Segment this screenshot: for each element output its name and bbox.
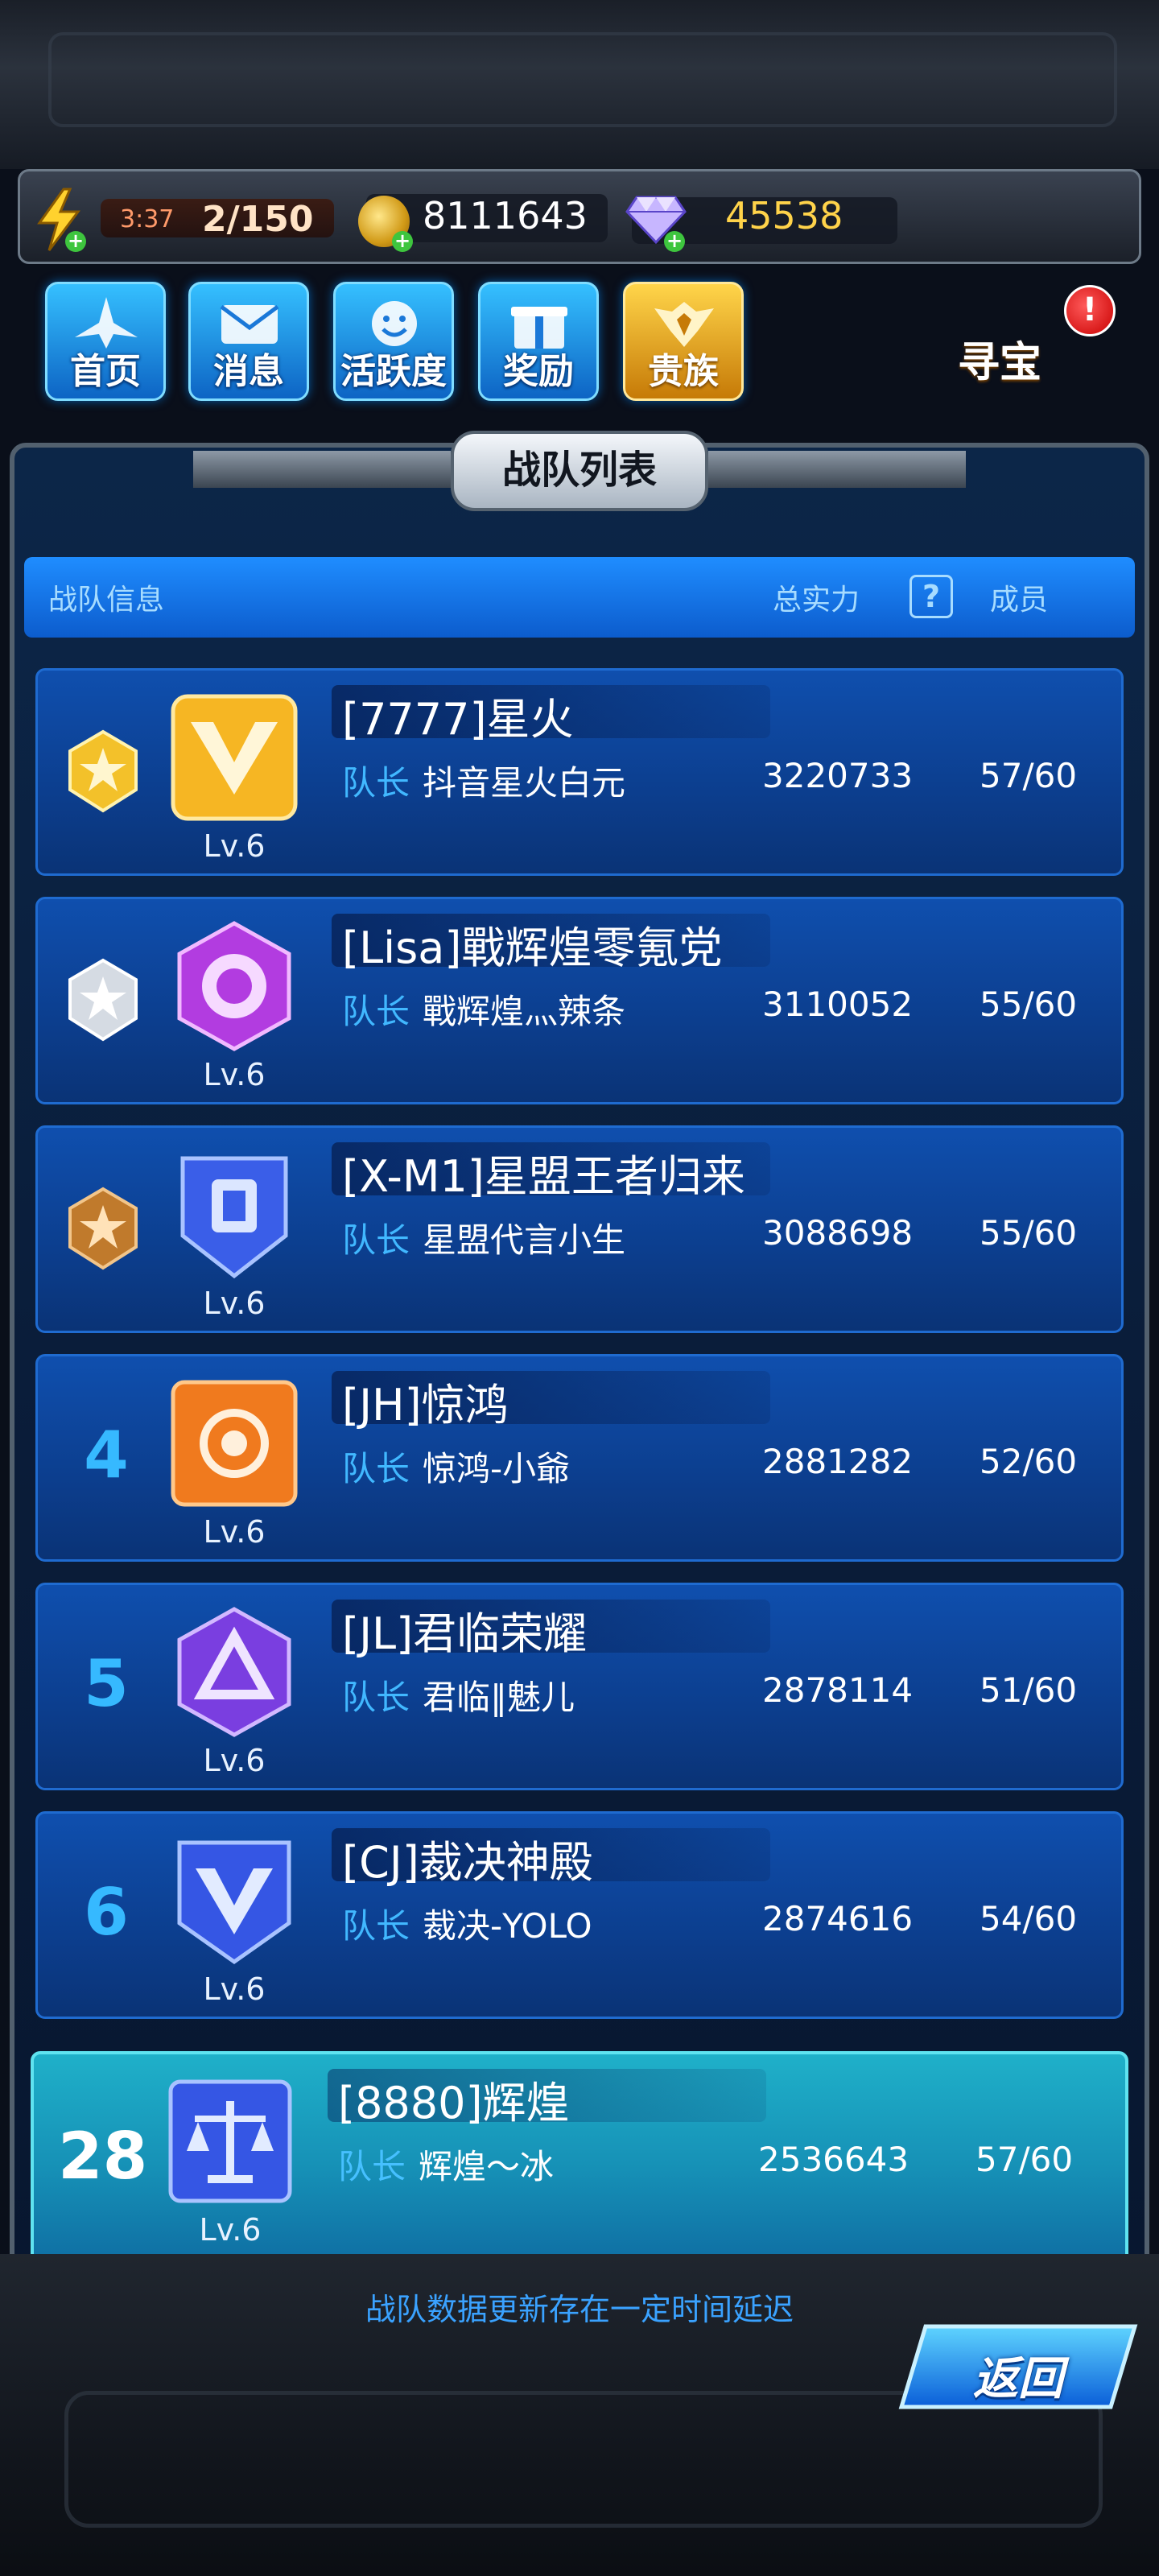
team-level: Lv.6 — [203, 1286, 266, 1321]
team-emblem-scales — [168, 2079, 292, 2203]
captain-name: 抖音星火白元 — [423, 763, 626, 803]
team-members: 51/60 — [980, 1670, 1078, 1710]
team-emblem-blue-v — [177, 1840, 291, 1965]
team-level: Lv.6 — [203, 1514, 266, 1550]
header-team-info: 战队信息 — [48, 584, 165, 617]
captain-label: 队长 — [342, 1449, 410, 1488]
my-team-members: 57/60 — [975, 2140, 1074, 2179]
header-members: 成员 — [990, 584, 1049, 617]
team-emblem-gold — [171, 694, 298, 821]
notification-badge: ! — [1064, 285, 1116, 336]
team-name: [JH]惊鸿 — [342, 1380, 509, 1430]
team-level: Lv.6 — [203, 828, 266, 864]
team-name: [7777]星火 — [342, 694, 574, 745]
noble-button[interactable]: 贵族 — [623, 282, 744, 401]
bronze-medal-icon — [68, 1187, 138, 1270]
team-members: 55/60 — [980, 1213, 1078, 1253]
top-frame-decoration — [0, 0, 1159, 169]
my-team-rank: 28 — [58, 2119, 148, 2194]
treasure-label: 寻宝 — [958, 339, 1042, 387]
activity-label: 活跃度 — [340, 351, 447, 392]
diamond-value: 45538 — [725, 194, 843, 237]
team-power: 2874616 — [762, 1899, 914, 1938]
team-power: 3220733 — [762, 756, 914, 795]
title-wing-right — [708, 451, 966, 488]
gold-value: 8111643 — [423, 194, 588, 237]
noble-label: 贵族 — [648, 351, 719, 392]
team-level: Lv.6 — [203, 1743, 266, 1778]
team-emblem-blue-shield — [180, 1156, 288, 1279]
captain-label: 队长 — [342, 1906, 410, 1946]
team-row[interactable]: Lv.6 [Lisa]戰辉煌零氪党 队长 戰辉煌灬辣条 3110052 55/6… — [35, 897, 1124, 1104]
team-name: [CJ]裁决神殿 — [342, 1837, 593, 1888]
team-emblem-violet-triangle — [177, 1607, 291, 1737]
rewards-label: 奖励 — [503, 351, 574, 392]
silver-medal-icon — [68, 958, 138, 1042]
messages-label: 消息 — [213, 351, 284, 392]
captain-label: 队长 — [342, 992, 410, 1031]
my-captain-name: 辉煌～冰 — [419, 2147, 555, 2186]
title-wing-left — [193, 451, 451, 488]
rewards-button[interactable]: 奖励 — [478, 282, 599, 401]
team-members: 54/60 — [980, 1899, 1078, 1938]
team-emblem-orange-sun — [171, 1380, 298, 1507]
captain-name: 裁决-YOLO — [423, 1906, 592, 1946]
help-icon[interactable]: ? — [909, 575, 953, 618]
team-level: Lv.6 — [203, 1971, 266, 2007]
team-row[interactable]: 6 Lv.6 [CJ]裁决神殿 队长 裁决-YOLO 2874616 54/60 — [35, 1811, 1124, 2019]
captain-label: 队长 — [338, 2147, 406, 2186]
header-total-power: 总实力 — [773, 584, 860, 617]
back-label: 返回 — [973, 2353, 1063, 2405]
team-name: [X-M1]星盟王者归来 — [342, 1151, 745, 1202]
team-members: 55/60 — [980, 985, 1078, 1024]
team-power: 2878114 — [762, 1670, 914, 1710]
energy-counter: 3:37 2/150 — [101, 199, 334, 240]
captain-label: 队长 — [342, 1678, 410, 1717]
team-members: 52/60 — [980, 1442, 1078, 1481]
energy-value: 2/150 — [202, 199, 314, 240]
team-row[interactable]: 4 Lv.6 [JH]惊鸿 队长 惊鸿-小爺 2881282 52/60 — [35, 1354, 1124, 1562]
energy-timer: 3:37 — [120, 205, 175, 233]
add-energy-icon[interactable]: + — [65, 231, 86, 252]
team-rank: 5 — [84, 1646, 129, 1721]
team-row[interactable]: Lv.6 [7777]星火 队长 抖音星火白元 3220733 57/60 — [35, 668, 1124, 876]
team-power: 3110052 — [762, 985, 914, 1024]
team-rank: 6 — [84, 1875, 129, 1950]
team-power: 3088698 — [762, 1213, 914, 1253]
list-header: 战队信息 总实力 ? 成员 — [24, 557, 1135, 638]
captain-name: 星盟代言小生 — [423, 1220, 626, 1260]
captain-name: 戰辉煌灬辣条 — [423, 992, 626, 1031]
team-name: [Lisa]戰辉煌零氪党 — [342, 923, 723, 973]
add-diamond-icon[interactable]: + — [664, 231, 685, 252]
home-label: 首页 — [70, 351, 141, 392]
add-gold-icon[interactable]: + — [392, 231, 413, 252]
team-row[interactable]: Lv.6 [X-M1]星盟王者归来 队长 星盟代言小生 3088698 55/6… — [35, 1125, 1124, 1333]
gold-medal-icon — [68, 729, 138, 813]
team-members: 57/60 — [980, 756, 1078, 795]
team-rank: 4 — [84, 1418, 129, 1492]
captain-label: 队长 — [342, 763, 410, 803]
team-emblem-purple — [177, 921, 291, 1051]
messages-button[interactable]: 消息 — [188, 282, 309, 401]
home-button[interactable]: 首页 — [45, 282, 166, 401]
nav-bar: 首页 消息 活跃度 奖励 贵族 寻宝 — [0, 282, 1159, 683]
my-team-level: Lv.6 — [199, 2212, 262, 2248]
activity-button[interactable]: 活跃度 — [333, 282, 454, 401]
team-power: 2881282 — [762, 1442, 914, 1481]
team-row[interactable]: 5 Lv.6 [JL]君临荣耀 队长 君临‖魅儿 2878114 51/60 — [35, 1583, 1124, 1790]
my-team-power: 2536643 — [758, 2140, 909, 2179]
my-team-name: [8880]辉煌 — [338, 2078, 570, 2128]
resource-bar: + 3:37 2/150 + 8111643 + 45538 — [18, 169, 1141, 264]
my-team-row[interactable]: 28 Lv.6 [8880]辉煌 队长 辉煌～冰 2536643 57/60 — [31, 2051, 1128, 2267]
team-level: Lv.6 — [203, 1057, 266, 1092]
captain-name: 君临‖魅儿 — [423, 1678, 575, 1717]
captain-name: 惊鸿-小爺 — [423, 1449, 571, 1488]
team-name: [JL]君临荣耀 — [342, 1608, 588, 1659]
panel-title: 战队列表 — [451, 431, 708, 511]
captain-label: 队长 — [342, 1220, 410, 1260]
